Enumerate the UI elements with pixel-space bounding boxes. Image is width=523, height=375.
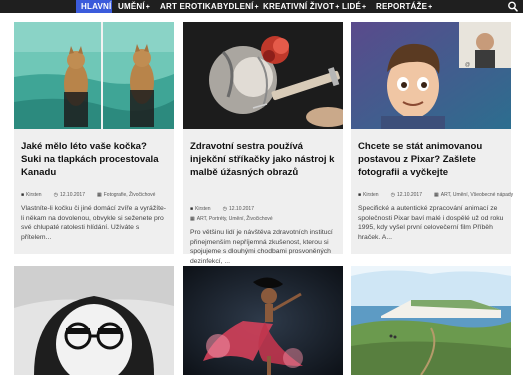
nav-label: REPORTÁŽE [376, 2, 428, 11]
article-thumbnail-red-dress-dancer[interactable] [183, 266, 343, 375]
article-categories[interactable]: Fotografie, Živočichové [104, 192, 156, 198]
user-icon: ■ [190, 206, 194, 212]
article-date: 12.10.2017 [396, 192, 422, 198]
nav-label: UMĚNÍ [118, 2, 145, 11]
article-excerpt: Pro většinu lidí je návštěva zdravotních… [190, 229, 333, 265]
search-icon[interactable] [507, 0, 519, 13]
user-icon: ■ [358, 192, 362, 198]
article-excerpt: Specifické a autentické zpracování anima… [358, 205, 504, 241]
article-card[interactable]: @ Chcete se stát animovanou postavou z P… [351, 22, 513, 254]
nav-label: HLAVNÍ [81, 2, 112, 11]
nav-item-lide[interactable]: LIDÉ+ [342, 0, 366, 13]
nav-item-bydleni[interactable]: BYDLENÍ+ [217, 0, 259, 13]
nav-item-art-erotika[interactable]: ART EROTIKA [160, 0, 217, 13]
expand-icon: + [254, 4, 259, 11]
article-thumbnail-pixar-portrait[interactable]: @ [351, 22, 511, 129]
article-date: 12.10.2017 [228, 206, 254, 212]
clock-icon: ◷ [222, 206, 227, 212]
article-meta: ■ Kirsten ◷ 12.10.2017 ▦ ART, Umění, Všeobecn… [358, 192, 513, 199]
article-title[interactable]: Chcete se stát animovanou postavou z Pix… [358, 140, 504, 179]
nav-item-umeni[interactable]: UMĚNÍ+ [118, 0, 150, 13]
nav-item-kreativni-zivot[interactable]: KREATIVNÍ ŽIVOT+ [263, 0, 340, 13]
article-author[interactable]: Kirsten [363, 192, 379, 198]
folder-icon: ▦ [434, 192, 439, 198]
folder-icon: ▦ [190, 216, 195, 222]
top-nav: HLAVNÍ UMĚNÍ+ ART EROTIKA BYDLENÍ+ KREAT… [0, 0, 523, 13]
expand-icon: + [335, 4, 340, 11]
expand-icon: + [145, 4, 151, 11]
article-meta: ■ Kirsten ◷ 12.10.2017 [190, 206, 340, 213]
nav-label: KREATIVNÍ ŽIVOT [263, 2, 335, 11]
article-thumbnail-cat-on-lake[interactable] [14, 22, 174, 129]
clock-icon: ◷ [53, 192, 58, 198]
article-card[interactable]: Zdravotní sestra používá injekční stříka… [183, 22, 343, 265]
svg-text:@: @ [465, 62, 470, 68]
article-card[interactable]: Jaké mělo léto vaše kočka? Suki na tlapk… [14, 22, 174, 254]
nav-label: LIDÉ [342, 2, 362, 11]
article-categories[interactable]: ART, Portréty, Umění, Živočichové [197, 216, 273, 222]
article-date: 12.10.2017 [59, 192, 85, 198]
clock-icon: ◷ [390, 192, 395, 198]
article-author[interactable]: Kirsten [26, 192, 42, 198]
nav-label: BYDLENÍ [217, 2, 254, 11]
article-categories-row: ▦ ART, Portréty, Umění, Živočichové [190, 216, 340, 223]
nav-label: ART EROTIKA [160, 2, 217, 11]
article-author[interactable]: Kirsten [195, 206, 211, 212]
expand-icon: + [428, 4, 433, 11]
article-title[interactable]: Zdravotní sestra používá injekční stříka… [190, 140, 336, 179]
article-categories[interactable]: ART, Umění, Všeobecné nápady [441, 192, 513, 198]
article-title[interactable]: Jaké mělo léto vaše kočka? Suki na tlapk… [21, 140, 167, 179]
user-icon: ■ [21, 192, 25, 198]
nav-item-hlavni[interactable]: HLAVNÍ [76, 0, 112, 13]
expand-icon: + [362, 4, 367, 11]
article-excerpt: Vlastníte-li kočku či jiné domácí zvíře … [21, 205, 167, 241]
nav-item-reportaze[interactable]: REPORTÁŽE+ [376, 0, 432, 13]
article-thumbnail-white-cliffs-coast[interactable] [351, 266, 511, 375]
article-thumbnail-sketch-woman-glasses[interactable] [14, 266, 174, 375]
article-thumbnail-syringe-painting[interactable] [183, 22, 343, 129]
folder-icon: ▦ [97, 192, 102, 198]
article-meta: ■ Kirsten ◷ 12.10.2017 ▦ Fotografie, Živočich… [21, 192, 171, 199]
